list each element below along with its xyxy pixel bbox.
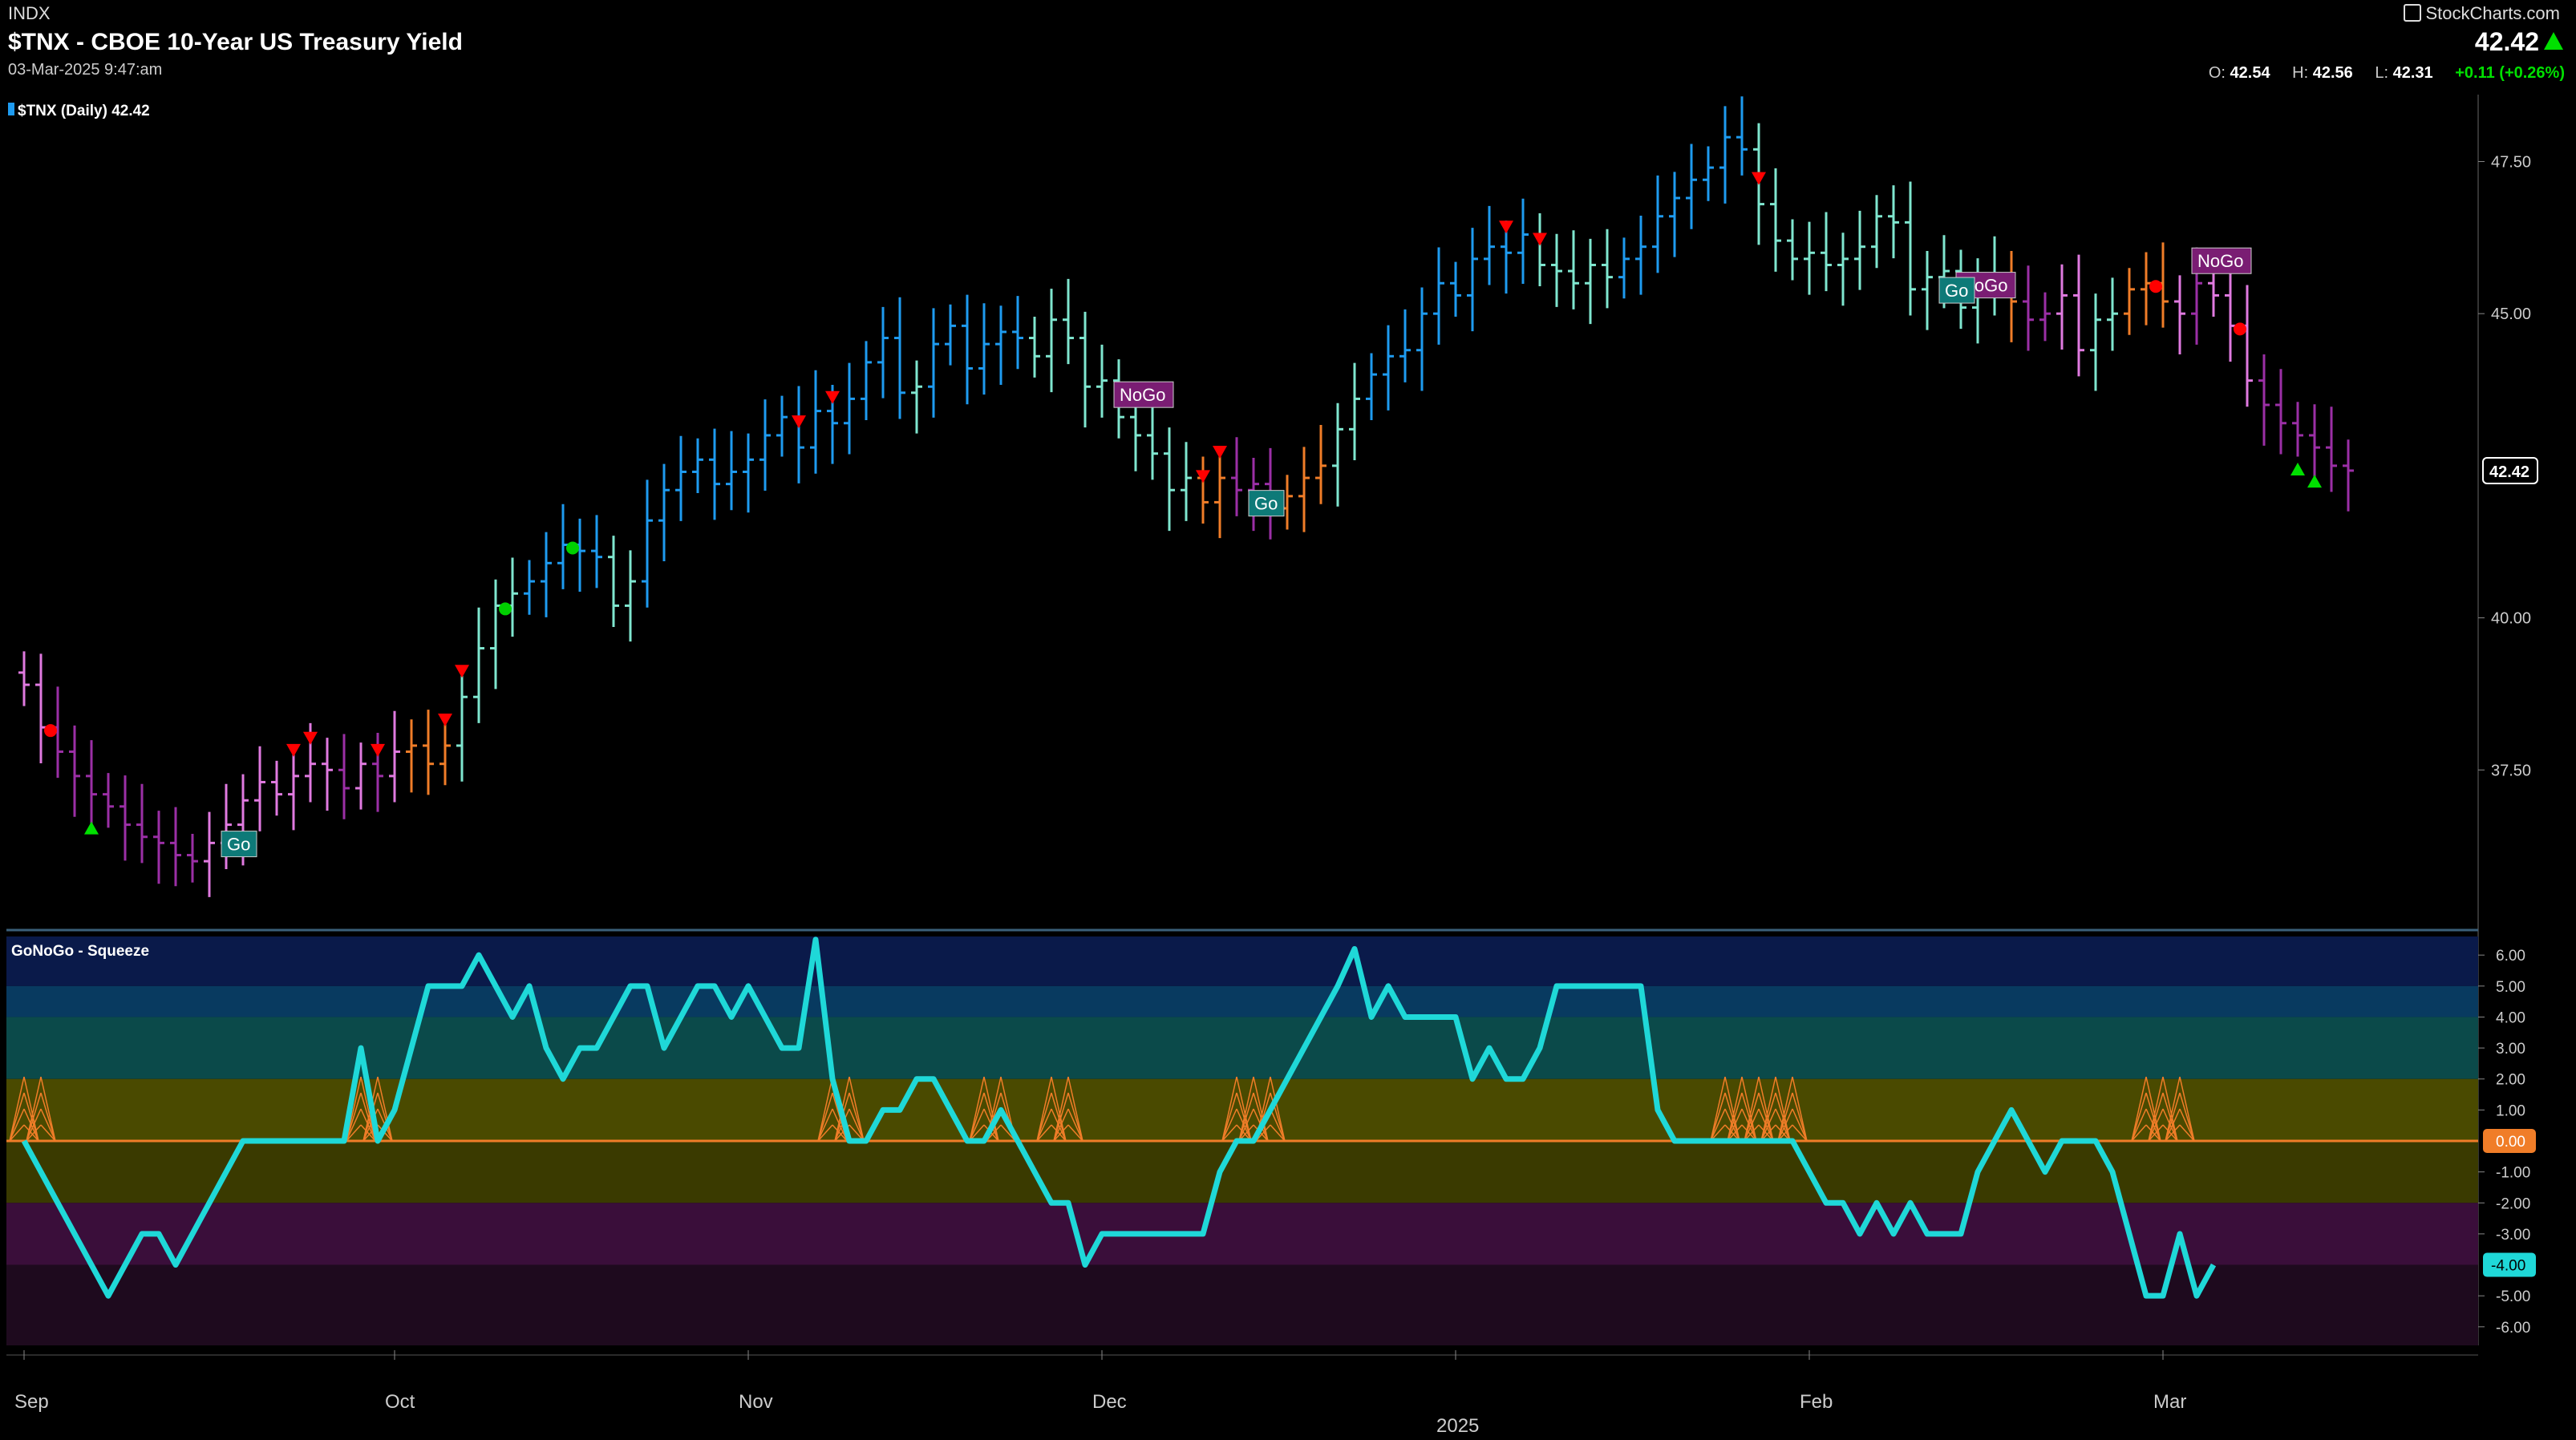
oscillator-tick-label: -3.00 bbox=[2496, 1227, 2530, 1244]
oscillator-tick-label: 4.00 bbox=[2496, 1009, 2525, 1026]
signal-dot-icon bbox=[2149, 280, 2162, 293]
go-label: Go bbox=[1945, 281, 1968, 301]
price-tick-label: 40.00 bbox=[2491, 610, 2531, 628]
oscillator-tick-label: 1.00 bbox=[2496, 1102, 2525, 1119]
chart-canvas[interactable]: 47.50 45.00 40.00 37.50 $TNX (Daily) 42.42 Go… bbox=[0, 0, 2576, 1440]
oscillator-zone bbox=[6, 1017, 2478, 1079]
price-tick-label: 45.00 bbox=[2491, 305, 2531, 323]
oscillator-zone bbox=[6, 985, 2478, 1017]
oscillator-tick-label: -5.00 bbox=[2496, 1288, 2530, 1305]
x-year-label: 2025 bbox=[1436, 1415, 1479, 1437]
nogo-label: NoGo bbox=[1120, 385, 1165, 405]
oscillator-zone bbox=[6, 1203, 2478, 1265]
x-tick-label: Mar bbox=[2153, 1391, 2186, 1413]
x-tick-label: Dec bbox=[1092, 1391, 1127, 1413]
oscillator-tick-label: 5.00 bbox=[2496, 979, 2525, 996]
nogo-label: NoGo bbox=[2197, 251, 2243, 271]
oscillator-tick-label: 2.00 bbox=[2496, 1072, 2525, 1089]
oscillator-legend: GoNoGo - Squeeze bbox=[11, 943, 149, 960]
signal-dot-icon bbox=[2234, 322, 2246, 336]
signal-dot-icon bbox=[499, 602, 512, 616]
oscillator-zone bbox=[6, 1141, 2478, 1203]
oscillator-zone bbox=[6, 936, 2478, 986]
oscillator-tick-label: 3.00 bbox=[2496, 1041, 2525, 1058]
price-tick-label: 47.50 bbox=[2491, 153, 2531, 171]
price-legend-swatch bbox=[8, 103, 14, 115]
price-legend: $TNX (Daily) 42.42 bbox=[18, 103, 150, 119]
oscillator-tick-label: -1.00 bbox=[2496, 1165, 2530, 1182]
x-tick-label: Feb bbox=[1800, 1391, 1833, 1413]
zero-tag-label: 0.00 bbox=[2496, 1134, 2525, 1151]
oscillator-zone bbox=[6, 1264, 2478, 1345]
oscillator-last-label: -4.00 bbox=[2491, 1258, 2525, 1275]
oscillator-tick-label: -6.00 bbox=[2496, 1320, 2530, 1337]
oscillator-tick-label: 6.00 bbox=[2496, 948, 2525, 965]
go-label: Go bbox=[1254, 494, 1278, 514]
x-tick-label: Sep bbox=[14, 1391, 49, 1413]
go-label: Go bbox=[227, 835, 250, 855]
signal-dot-icon bbox=[44, 724, 57, 738]
oscillator-tick-label: -2.00 bbox=[2496, 1195, 2530, 1212]
x-tick-label: Nov bbox=[739, 1391, 773, 1413]
x-tick-label: Oct bbox=[385, 1391, 415, 1413]
signal-dot-icon bbox=[566, 541, 579, 555]
price-tick-label: 37.50 bbox=[2491, 762, 2531, 779]
last-price-tag-label: 42.42 bbox=[2489, 463, 2529, 481]
